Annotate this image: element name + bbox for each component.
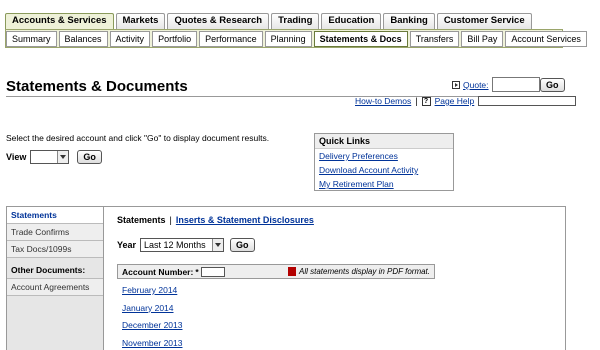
- subtab-transfers[interactable]: Transfers: [409, 31, 460, 47]
- tab-quotes-research[interactable]: Quotes & Research: [167, 13, 270, 29]
- help-search-input[interactable]: [478, 96, 577, 106]
- how-to-demos-link[interactable]: How-to Demos: [355, 96, 411, 106]
- tab-accounts-services[interactable]: Accounts & Services: [5, 13, 114, 29]
- tab-separator: |: [169, 215, 172, 225]
- view-select-value: [31, 151, 57, 163]
- tab-customer-service[interactable]: Customer Service: [436, 13, 532, 29]
- sidebar-item-trade-confirms[interactable]: Trade Confirms: [7, 224, 103, 241]
- statement-link[interactable]: December 2013: [122, 319, 182, 337]
- account-number-label: Account Number: *: [122, 266, 225, 277]
- subtab-planning[interactable]: Planning: [264, 31, 312, 47]
- statement-link[interactable]: November 2013: [122, 337, 182, 350]
- subtab-account-services[interactable]: Account Services: [505, 31, 587, 47]
- statement-link[interactable]: January 2014: [122, 302, 182, 320]
- pdf-note-text: All statements display in PDF format.: [298, 267, 430, 276]
- arrow-right-icon: [452, 80, 460, 89]
- help-row: How-to Demos | ? Page Help: [355, 96, 577, 106]
- tab-trading[interactable]: Trading: [271, 13, 320, 29]
- statement-link[interactable]: February 2014: [122, 284, 182, 302]
- view-label: View: [6, 152, 27, 162]
- sidebar-item-tax-docs[interactable]: Tax Docs/1099s: [7, 241, 103, 258]
- content-tabs: Statements | Inserts & Statement Disclos…: [117, 215, 314, 225]
- tab-education[interactable]: Education: [321, 13, 382, 29]
- quote-link[interactable]: Quote:: [463, 80, 489, 90]
- quote-input[interactable]: [491, 77, 540, 92]
- chevron-down-icon: [57, 151, 69, 163]
- documents-panel: Statements Trade Confirms Tax Docs/1099s…: [6, 206, 566, 350]
- sub-nav: Summary Balances Activity Portfolio Perf…: [6, 31, 587, 47]
- view-go-button[interactable]: Go: [77, 150, 102, 164]
- year-select-value: Last 12 Months: [144, 240, 206, 250]
- view-account-select[interactable]: [30, 150, 70, 164]
- tab-markets[interactable]: Markets: [115, 13, 166, 29]
- quote-go-button[interactable]: Go: [540, 78, 565, 92]
- top-nav: Accounts & Services Markets Quotes & Res…: [5, 13, 532, 29]
- pdf-note: All statements display in PDF format.: [287, 267, 430, 276]
- account-marker: *: [195, 266, 199, 277]
- year-label: Year: [117, 240, 137, 250]
- year-select[interactable]: Last 12 Months: [140, 238, 225, 252]
- subtab-portfolio[interactable]: Portfolio: [152, 31, 198, 47]
- delivery-preferences-link[interactable]: Delivery Preferences: [315, 149, 453, 163]
- quote-lookup: Quote:: [452, 77, 540, 92]
- help-separator: |: [415, 96, 418, 106]
- tab-statements[interactable]: Statements: [117, 215, 166, 225]
- sidebar-item-account-agreements[interactable]: Account Agreements: [7, 279, 103, 296]
- tab-inserts-disclosures[interactable]: Inserts & Statement Disclosures: [176, 215, 314, 225]
- year-row: Year Last 12 Months Go: [117, 238, 255, 252]
- subtab-activity[interactable]: Activity: [109, 31, 151, 47]
- sidebar-item-statements[interactable]: Statements: [7, 207, 103, 224]
- subtab-statements-docs[interactable]: Statements & Docs: [313, 31, 408, 47]
- sidebar-heading-other: Other Documents:: [7, 262, 103, 279]
- help-icon: ?: [421, 96, 431, 106]
- pdf-icon: [287, 267, 296, 276]
- instructions-text: Select the desired account and click "Go…: [6, 133, 270, 143]
- tab-banking[interactable]: Banking: [383, 13, 435, 29]
- download-account-activity-link[interactable]: Download Account Activity: [315, 163, 453, 177]
- page-help-link[interactable]: Page Help: [435, 96, 475, 106]
- view-row: View Go: [6, 150, 102, 164]
- subtab-bill-pay[interactable]: Bill Pay: [461, 31, 504, 47]
- page-title: Statements & Documents: [6, 78, 188, 95]
- my-retirement-plan-link[interactable]: My Retirement Plan: [315, 177, 453, 191]
- document-sidebar: Statements Trade Confirms Tax Docs/1099s…: [7, 207, 104, 350]
- subtab-performance[interactable]: Performance: [199, 31, 263, 47]
- account-number-field[interactable]: [200, 266, 225, 277]
- year-go-button[interactable]: Go: [230, 238, 255, 252]
- quick-links-panel: Quick Links Delivery Preferences Downloa…: [314, 133, 454, 191]
- account-number-text: Account Number:: [122, 266, 194, 277]
- subtab-balances[interactable]: Balances: [58, 31, 108, 47]
- account-number-bar: Account Number: * All statements display…: [117, 264, 435, 279]
- statement-list: February 2014 January 2014 December 2013…: [122, 284, 182, 350]
- subtab-summary[interactable]: Summary: [6, 31, 57, 47]
- quick-links-title: Quick Links: [315, 134, 453, 149]
- chevron-down-icon: [212, 239, 224, 251]
